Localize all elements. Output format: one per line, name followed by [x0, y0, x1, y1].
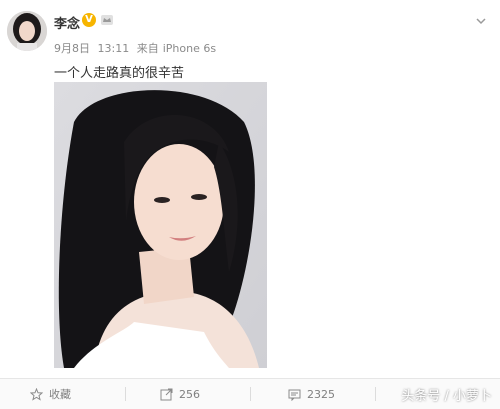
verified-badge: V: [82, 13, 96, 27]
divider: [125, 387, 126, 401]
star-icon: [30, 387, 43, 401]
portrait-photo: [54, 82, 267, 368]
post-time: 13:11: [97, 42, 130, 55]
favorite-button[interactable]: 收藏: [30, 379, 71, 409]
repost-count: 256: [179, 387, 200, 401]
avatar-photo: [7, 11, 47, 51]
avatar[interactable]: [7, 11, 47, 51]
favorite-label: 收藏: [49, 388, 71, 401]
post-text: 一个人走路真的很辛苦: [54, 66, 185, 81]
divider: [375, 387, 376, 401]
repost-icon: [160, 388, 173, 400]
repost-button[interactable]: 256: [160, 379, 200, 409]
post-meta: 9月8日 13:11 来自 iPhone 6s: [54, 40, 220, 56]
divider: [250, 387, 251, 401]
username[interactable]: 李念: [54, 13, 80, 32]
post-source[interactable]: iPhone 6s: [163, 42, 216, 55]
comment-button[interactable]: 2325: [288, 379, 335, 409]
comment-count: 2325: [307, 387, 335, 401]
comment-icon: [288, 389, 301, 401]
post-date: 9月8日: [54, 42, 90, 55]
post-source-prefix: 来自: [136, 42, 159, 55]
post-image[interactable]: [54, 82, 267, 368]
watermark: 头条号 / 小萝卜: [401, 389, 492, 404]
crown-icon: [101, 15, 113, 25]
chevron-down-icon[interactable]: [474, 14, 488, 28]
